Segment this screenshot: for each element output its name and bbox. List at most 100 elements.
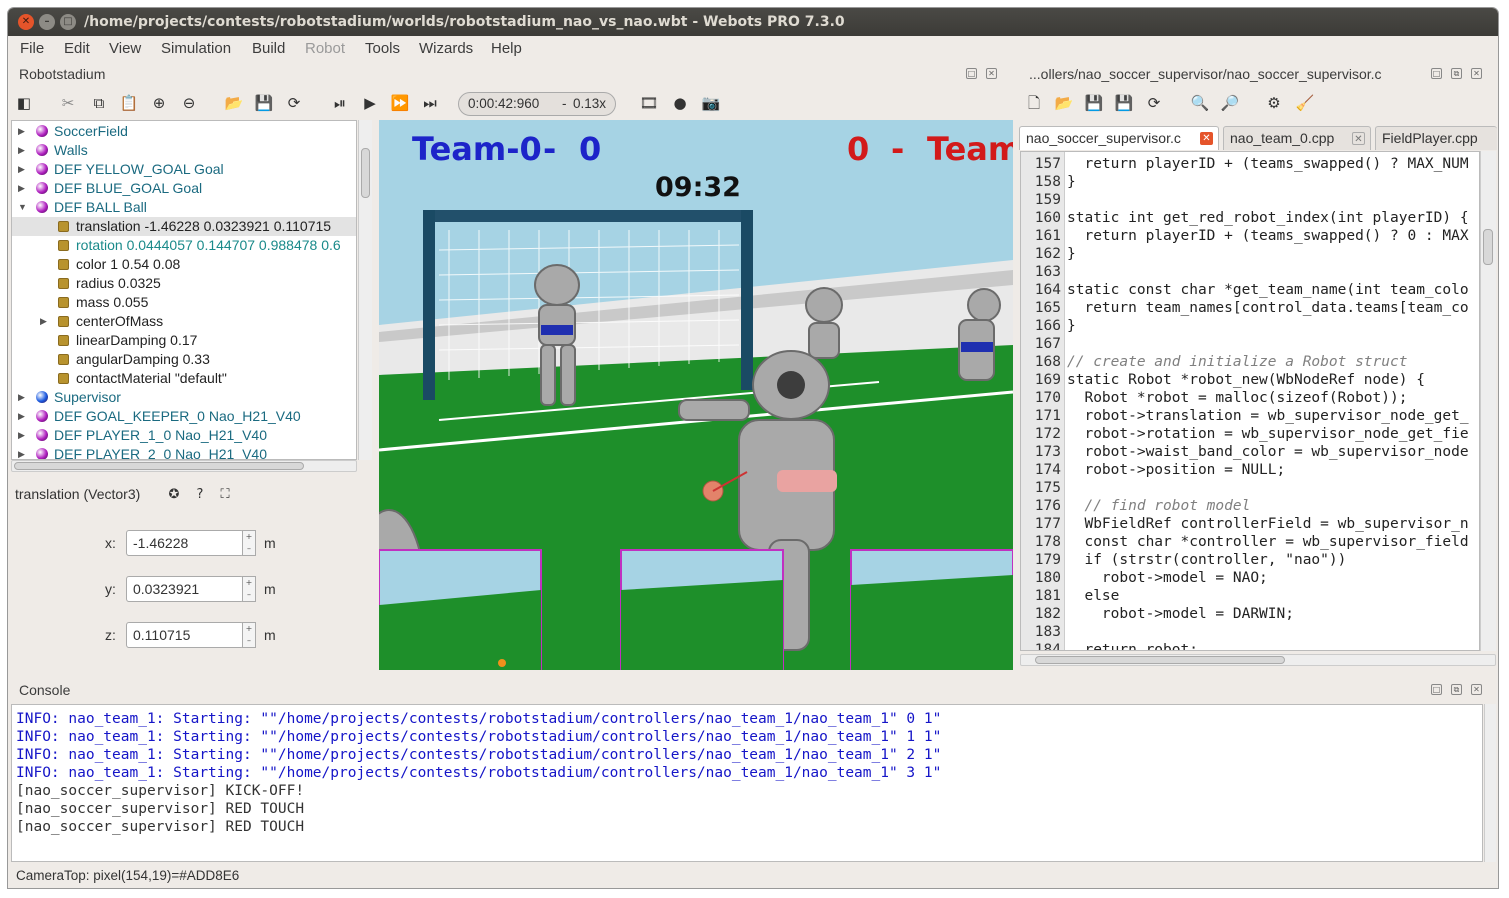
save-all-icon[interactable]: 💾	[1113, 92, 1135, 114]
expand-icon[interactable]: ⛶	[214, 484, 236, 506]
fastest-icon[interactable]: ⏭	[419, 92, 441, 114]
menu-wizards[interactable]: Wizards	[419, 40, 473, 57]
restore-editor-icon[interactable]: □	[1431, 68, 1442, 79]
maximize-window-icon[interactable]: □	[60, 14, 76, 30]
paste-icon[interactable]: 📋	[118, 92, 140, 114]
toggle-scene-tree-icon[interactable]: ◧	[13, 92, 35, 114]
menu-edit[interactable]: Edit	[64, 40, 90, 57]
scene-tree-hscrollbar[interactable]	[11, 460, 357, 472]
scene-tree-item[interactable]: mass 0.055	[12, 293, 356, 312]
open-file-icon[interactable]: 📂	[1053, 92, 1075, 114]
x-input[interactable]: -1.46228	[126, 530, 244, 556]
expand-arrow-icon[interactable]: ▶	[18, 388, 25, 407]
scene-tree-item[interactable]: ▶ centerOfMass	[12, 312, 356, 331]
restore-console-icon[interactable]: □	[1431, 684, 1442, 695]
console-scrollbar[interactable]	[1484, 704, 1496, 862]
revert-world-icon[interactable]: ⟳	[283, 92, 305, 114]
expand-arrow-icon[interactable]: ▶	[18, 160, 25, 179]
editor-scrollbar[interactable]	[1480, 151, 1496, 651]
step-icon[interactable]: ⏯	[329, 92, 351, 114]
expand-arrow-icon[interactable]: ▶	[18, 122, 25, 141]
menu-help[interactable]: Help	[491, 40, 522, 57]
scene-tree-item[interactable]: ▶ DEF PLAYER_1_0 Nao_H21_V40	[12, 426, 356, 445]
close-editor-icon[interactable]: ✕	[1471, 68, 1482, 79]
scene-tree-item[interactable]: ▶ DEF PLAYER_2_0 Nao_H21_V40	[12, 445, 356, 459]
scene-tree-item[interactable]: radius 0.0325	[12, 274, 356, 293]
z-stepper[interactable]: + –	[242, 622, 256, 648]
help-icon[interactable]: ?	[189, 484, 211, 506]
scene-tree-item[interactable]: ▶ Supervisor	[12, 388, 356, 407]
scene-tree-item[interactable]: ▶ DEF GOAL_KEEPER_0 Nao_H21_V40	[12, 407, 356, 426]
line-number: 160	[1034, 210, 1061, 226]
collapse-arrow-icon[interactable]: ▼	[18, 198, 27, 217]
close-tab-icon[interactable]: ✕	[1352, 132, 1365, 145]
expand-arrow-icon[interactable]: ▶	[40, 312, 47, 331]
scene-tree-item[interactable]: ▶ SoccerField	[12, 122, 356, 141]
tab-nao-soccer-supervisor[interactable]: nao_soccer_supervisor.c ✕	[1019, 126, 1219, 150]
scene-tree-item[interactable]: ▶ DEF YELLOW_GOAL Goal	[12, 160, 356, 179]
scene-tree-item[interactable]: angularDamping 0.33	[12, 350, 356, 369]
float-editor-icon[interactable]: ⧉	[1451, 68, 1462, 79]
minimize-window-icon[interactable]: –	[39, 14, 55, 30]
delete-node-icon[interactable]: ⊖	[178, 92, 200, 114]
scene-tree-item[interactable]: color 1 0.54 0.08	[12, 255, 356, 274]
expand-arrow-icon[interactable]: ▶	[18, 407, 25, 426]
code-editor[interactable]: 157 158 159 160 161 162 163 164 165 166 167 168 169 1…	[1020, 151, 1480, 651]
z-input[interactable]: 0.110715	[126, 622, 244, 648]
scene-tree-scrollbar[interactable]	[358, 120, 372, 460]
save-file-icon[interactable]: 💾	[1083, 92, 1105, 114]
add-node-icon[interactable]: ⊕	[148, 92, 170, 114]
reset-field-icon[interactable]: ✪	[163, 484, 185, 506]
menu-robot[interactable]: Robot	[305, 40, 345, 57]
expand-arrow-icon[interactable]: ▶	[18, 141, 25, 160]
run-icon[interactable]: ▶	[359, 92, 381, 114]
tab-fieldplayer[interactable]: FieldPlayer.cpp	[1375, 126, 1497, 150]
scene-tree-item[interactable]: translation -1.46228 0.0323921 0.110715	[12, 217, 356, 236]
3d-view[interactable]: Team-0 - 0 0 - Team- 09:32	[379, 120, 1013, 670]
scene-tree-item[interactable]: ▶ DEF BLUE_GOAL Goal	[12, 179, 356, 198]
console-output[interactable]: INFO: nao_team_1: Starting: ""/home/proj…	[11, 704, 1483, 862]
y-stepper[interactable]: + –	[242, 576, 256, 602]
open-world-icon[interactable]: 📂	[223, 92, 245, 114]
tab-nao-team-0[interactable]: nao_team_0.cpp ✕	[1223, 126, 1371, 150]
cut-icon[interactable]: ✂	[57, 92, 79, 114]
screenshot-icon[interactable]: 📷	[700, 92, 722, 114]
scene-tree-item[interactable]: rotation 0.0444057 0.144707 0.988478 0.6	[12, 236, 356, 255]
close-tab-icon[interactable]: ✕	[1200, 132, 1213, 145]
float-console-icon[interactable]: ⧉	[1451, 684, 1462, 695]
expand-arrow-icon[interactable]: ▶	[18, 179, 25, 198]
expand-arrow-icon[interactable]: ▶	[18, 426, 25, 445]
find-icon[interactable]: 🔍	[1189, 92, 1211, 114]
float-panel-icon[interactable]: □	[966, 68, 977, 79]
code-line: return playerID + (teams_swapped() ? MAX…	[1067, 156, 1469, 172]
editor-hscrollbar[interactable]	[1020, 654, 1496, 666]
scene-tree-item[interactable]: ▼ DEF BALL Ball	[12, 198, 356, 217]
close-window-icon[interactable]: ✕	[18, 14, 34, 30]
menu-file[interactable]: File	[20, 40, 44, 57]
revert-file-icon[interactable]: ⟳	[1143, 92, 1165, 114]
clean-icon[interactable]: 🧹	[1294, 92, 1316, 114]
find-replace-icon[interactable]: 🔎	[1219, 92, 1241, 114]
y-input[interactable]: 0.0323921	[126, 576, 244, 602]
fast-forward-icon[interactable]: ⏩	[389, 92, 411, 114]
menu-tools[interactable]: Tools	[365, 40, 400, 57]
menu-view[interactable]: View	[109, 40, 141, 57]
close-console-icon[interactable]: ✕	[1471, 684, 1482, 695]
menu-simulation[interactable]: Simulation	[161, 40, 231, 57]
scene-tree-item[interactable]: ▶ Walls	[12, 141, 356, 160]
code-line: robot->rotation = wb_supervisor_node_get…	[1067, 426, 1469, 442]
build-icon[interactable]: ⚙	[1263, 92, 1285, 114]
menu-build[interactable]: Build	[252, 40, 285, 57]
expand-arrow-icon[interactable]: ▶	[18, 445, 25, 459]
field-icon	[58, 240, 69, 251]
new-file-icon[interactable]: 🗋	[1023, 92, 1045, 114]
save-world-icon[interactable]: 💾	[253, 92, 275, 114]
scene-tree-item[interactable]: linearDamping 0.17	[12, 331, 356, 350]
record-animation-icon[interactable]: ●	[669, 92, 691, 114]
x-stepper[interactable]: + –	[242, 530, 256, 556]
x-label: x:	[105, 535, 116, 551]
record-movie-icon[interactable]: 🎞	[638, 92, 660, 114]
close-panel-icon[interactable]: ✕	[986, 68, 997, 79]
scene-tree-item[interactable]: contactMaterial "default"	[12, 369, 356, 388]
copy-icon[interactable]: ⧉	[88, 92, 110, 114]
